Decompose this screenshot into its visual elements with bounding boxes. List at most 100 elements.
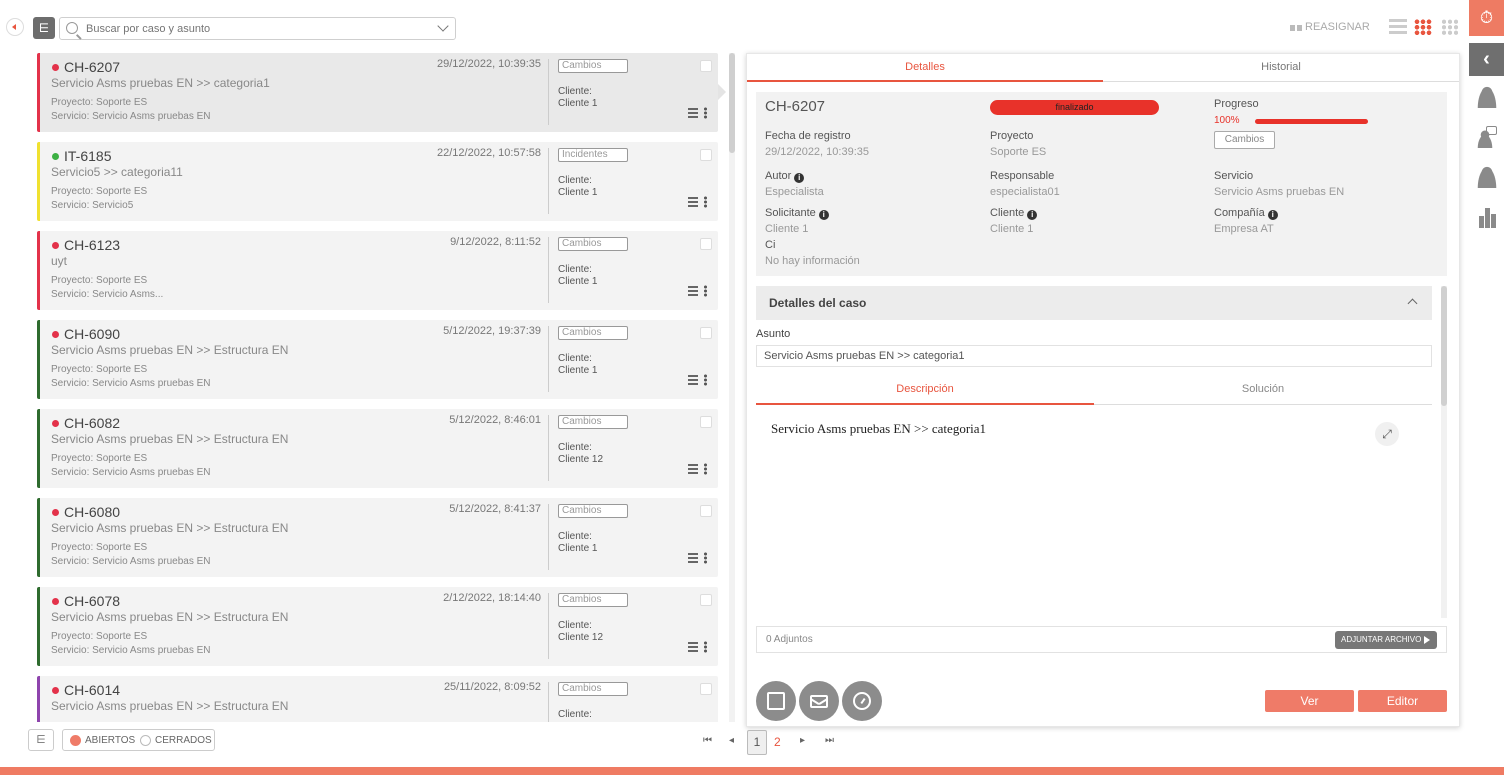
case-card[interactable]: CH-6123 9/12/2022, 8:11:52 uyt Proyecto: So… — [37, 231, 718, 310]
closed-label[interactable]: CERRADOS — [155, 735, 212, 746]
tab-historial[interactable]: Historial — [1103, 54, 1459, 82]
user-icon[interactable] — [1477, 86, 1497, 108]
case-id: CH-6014 — [64, 682, 121, 698]
info-icon[interactable]: i — [794, 173, 805, 183]
fecha-value: 29/12/2022, 10:39:35 — [765, 146, 869, 158]
case-id: CH-6082 — [64, 415, 121, 431]
details-list-icon[interactable] — [688, 553, 698, 563]
expand-icon[interactable]: ⤢ — [1375, 422, 1399, 446]
details-list-icon[interactable] — [688, 108, 698, 118]
tab-descripcion[interactable]: Descripción — [756, 377, 1094, 405]
more-options-icon[interactable] — [704, 463, 707, 475]
case-checkbox[interactable] — [700, 149, 712, 161]
more-options-icon[interactable] — [704, 374, 707, 386]
case-card[interactable]: CH-6082 5/12/2022, 8:46:01 Servicio Asms p… — [37, 409, 718, 488]
note-button[interactable] — [756, 681, 796, 721]
case-date: 2/12/2022, 18:14:40 — [443, 592, 541, 604]
progress-bar — [1255, 119, 1368, 124]
open-radio[interactable] — [70, 735, 81, 746]
case-card[interactable]: IT-6185 22/12/2022, 10:57:58 Servicio5 >> … — [37, 142, 718, 221]
card-divider — [548, 593, 549, 659]
list-scrollbar[interactable] — [729, 53, 735, 722]
case-date: 25/11/2022, 8:09:52 — [443, 681, 541, 693]
current-page[interactable]: 1 — [747, 730, 767, 755]
filter-icon[interactable]: ⋿ — [33, 17, 55, 39]
case-checkbox[interactable] — [700, 416, 712, 428]
case-id: CH-6123 — [64, 237, 121, 253]
case-card[interactable]: CH-6207 29/12/2022, 10:39:35 Servicio Asms… — [37, 53, 718, 132]
case-card[interactable]: CH-6080 5/12/2022, 8:41:37 Servicio Asms p… — [37, 498, 718, 577]
case-checkbox[interactable] — [700, 60, 712, 72]
case-checkbox[interactable] — [700, 327, 712, 339]
collapse-left-toggle[interactable] — [6, 18, 24, 36]
closed-radio[interactable] — [140, 735, 151, 746]
details-list-icon[interactable] — [688, 197, 698, 207]
agent-icon[interactable] — [1477, 166, 1497, 188]
details-list-icon[interactable] — [688, 286, 698, 296]
details-list-icon[interactable] — [688, 375, 698, 385]
case-checkbox[interactable] — [700, 683, 712, 695]
first-page-icon[interactable]: ⏮ — [703, 735, 712, 746]
more-options-icon[interactable] — [704, 196, 707, 208]
card-divider — [548, 326, 549, 392]
details-list-icon[interactable] — [688, 464, 698, 474]
info-icon[interactable]: i — [1267, 210, 1278, 220]
selection-pointer — [718, 84, 726, 100]
case-checkbox[interactable] — [700, 238, 712, 250]
case-card[interactable]: CH-6090 5/12/2022, 19:37:39 Servicio Asms … — [37, 320, 718, 399]
client-value: Cliente 1 — [558, 98, 598, 109]
details-list-icon[interactable] — [688, 642, 698, 652]
detail-scrollbar[interactable] — [1441, 286, 1447, 618]
open-label[interactable]: ABIERTOS — [85, 735, 135, 746]
attach-file-button[interactable]: ADJUNTAR ARCHIVO — [1335, 631, 1437, 649]
more-options-icon[interactable] — [704, 552, 707, 564]
case-project: Proyecto: Soporte ES — [51, 453, 148, 464]
case-service: Servicio: Servicio Asms pruebas EN — [51, 645, 211, 656]
asunto-field[interactable]: Servicio Asms pruebas EN >> categoria1 — [756, 345, 1432, 367]
case-checkbox[interactable] — [700, 505, 712, 517]
client-label: Cliente: — [558, 709, 592, 720]
more-options-icon[interactable] — [704, 641, 707, 653]
page-2[interactable]: 2 — [774, 735, 781, 749]
editor-button[interactable]: Editor — [1358, 690, 1447, 712]
case-subject: Servicio Asms pruebas EN >> Estructura E… — [51, 610, 289, 624]
client-label: Cliente: — [558, 531, 592, 542]
search-box[interactable] — [59, 17, 456, 40]
building-icon[interactable] — [1477, 206, 1497, 228]
last-page-icon[interactable]: ⏭ — [825, 735, 834, 746]
next-page-icon[interactable]: ▸ — [800, 735, 805, 746]
email-button[interactable] — [799, 681, 839, 721]
search-input[interactable] — [86, 20, 426, 38]
case-service: Servicio: Servicio Asms pruebas EN — [51, 556, 211, 567]
responsable-label: Responsable — [990, 170, 1055, 182]
bottom-filter-icon[interactable]: ⋿ — [28, 729, 54, 751]
case-details-header[interactable]: Detalles del caso — [756, 286, 1432, 320]
description-tabs: Descripción Solución — [756, 377, 1432, 405]
case-id: IT-6185 — [64, 148, 112, 164]
tab-solucion[interactable]: Solución — [1094, 377, 1432, 405]
grid-view-icon[interactable] — [1414, 19, 1432, 35]
chevron-up-icon[interactable] — [1407, 298, 1418, 309]
description-text[interactable]: Servicio Asms pruebas EN >> categoria1 — [771, 421, 986, 437]
case-checkbox[interactable] — [700, 594, 712, 606]
reassign-button[interactable]: REASIGNAR — [1290, 21, 1370, 33]
prev-page-icon[interactable]: ◂ — [729, 735, 734, 746]
card-divider — [548, 682, 549, 722]
columns-view-icon[interactable] — [1441, 19, 1459, 35]
list-view-icon[interactable] — [1389, 19, 1407, 35]
case-card[interactable]: CH-6014 25/11/2022, 8:09:52 Servicio Asms … — [37, 676, 718, 722]
info-icon[interactable]: i — [818, 210, 829, 220]
more-options-icon[interactable] — [704, 285, 707, 297]
info-icon[interactable]: i — [1027, 210, 1038, 220]
tab-detalles[interactable]: Detalles — [747, 54, 1103, 82]
chevron-left-icon[interactable]: ‹ — [1469, 43, 1504, 76]
chevron-down-icon[interactable] — [437, 20, 449, 32]
timer-icon[interactable]: ⏱ — [1469, 0, 1504, 36]
user-chat-icon[interactable] — [1477, 126, 1497, 148]
servicio-value: Servicio Asms pruebas EN — [1214, 186, 1345, 198]
case-card[interactable]: CH-6078 2/12/2022, 18:14:40 Servicio Asms … — [37, 587, 718, 666]
gauge-button[interactable] — [842, 681, 882, 721]
view-button[interactable]: Ver — [1265, 690, 1354, 712]
more-options-icon[interactable] — [704, 107, 707, 119]
section-title: Detalles del caso — [769, 296, 867, 310]
